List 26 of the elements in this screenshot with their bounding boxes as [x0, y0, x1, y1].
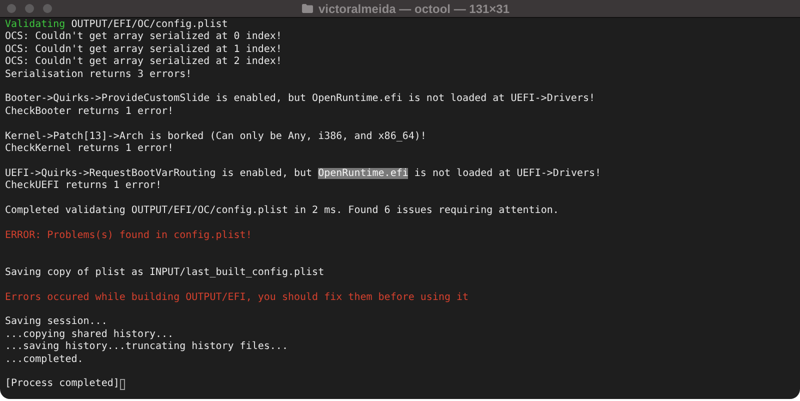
terminal-line: Booter->Quirks->ProvideCustomSlide is enabled, but OpenRuntime.efi is not loaded at UEFI->Drivers!	[5, 93, 596, 106]
terminal-line: OCS: Couldn't get array serialized at 1 index!	[5, 44, 282, 56]
terminal-line: UEFI->Quirks->RequestBootVarRouting is enabled, but OpenRuntime.efi is not loaded at UEFI->Drivers!	[5, 168, 602, 180]
terminal-line: Validating OUTPUT/EFI/OC/config.plist	[5, 19, 228, 31]
window-title: victoralmeida — octool — 131×31	[318, 2, 510, 16]
terminal-line: OCS: Couldn't get array serialized at 0 index!	[5, 31, 282, 44]
terminal-line: ...copying shared history...	[5, 328, 174, 341]
terminal-line: [Process completed]	[5, 378, 120, 391]
text-cursor	[120, 379, 126, 390]
terminal-line: CheckBooter returns 1 error!	[5, 106, 174, 118]
terminal-line: ERROR: Problems(s) found in config.plist!	[5, 230, 252, 242]
zoom-button[interactable]	[43, 4, 52, 13]
terminal-line: OCS: Couldn't get array serialized at 2 index!	[5, 56, 282, 69]
terminal-line: Kernel->Patch[13]->Arch is borked (Can only be Any, i386, and x86_64)!	[5, 130, 426, 143]
terminal-line: Serialisation returns 3 errors!	[5, 68, 192, 81]
terminal-line: Saving session...	[5, 316, 108, 329]
terminal-line: CheckUEFI returns 1 error!	[5, 180, 162, 192]
terminal-line: Errors occured while building OUTPUT/EFI, you should fix them before using it	[5, 292, 469, 304]
terminal-line: ...completed.	[5, 354, 84, 366]
terminal-line: CheckKernel returns 1 error!	[5, 142, 174, 156]
folder-icon	[302, 4, 314, 13]
close-button[interactable]	[7, 4, 16, 13]
minimize-button[interactable]	[25, 4, 34, 13]
terminal-line: Saving copy of plist as INPUT/last_built_config.plist	[5, 266, 324, 280]
terminal-line: Completed validating OUTPUT/EFI/OC/config.plist in 2 ms. Found 6 issues requiring attention.	[5, 204, 559, 218]
terminal-line: ...saving history...truncating history files...	[5, 341, 288, 354]
